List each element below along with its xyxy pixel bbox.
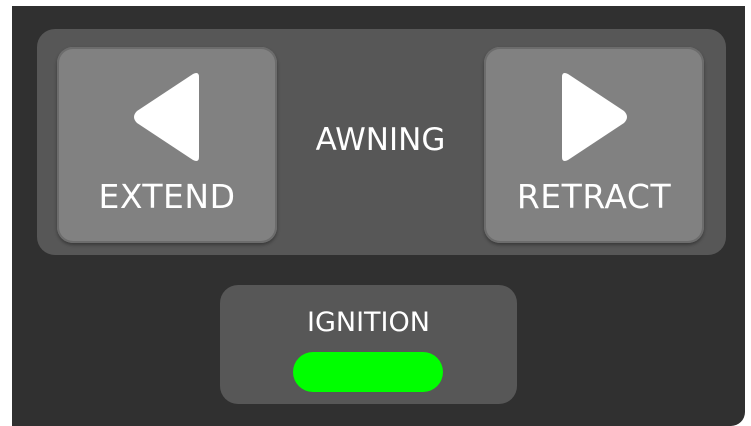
control-screen: EXTEND AWNING RETRACT IGNITION (12, 6, 745, 426)
retract-button[interactable]: RETRACT (484, 47, 704, 243)
extend-button[interactable]: EXTEND (57, 47, 277, 243)
ignition-indicator-light (293, 352, 443, 392)
awning-title: AWNING (315, 122, 446, 158)
extend-label: EXTEND (98, 177, 236, 216)
ignition-panel: IGNITION (220, 285, 517, 404)
retract-label: RETRACT (516, 177, 672, 216)
ignition-label: IGNITION (307, 307, 430, 338)
arrow-left-icon (134, 73, 199, 161)
awning-panel: EXTEND AWNING RETRACT (37, 29, 726, 255)
arrow-right-icon (562, 73, 627, 161)
